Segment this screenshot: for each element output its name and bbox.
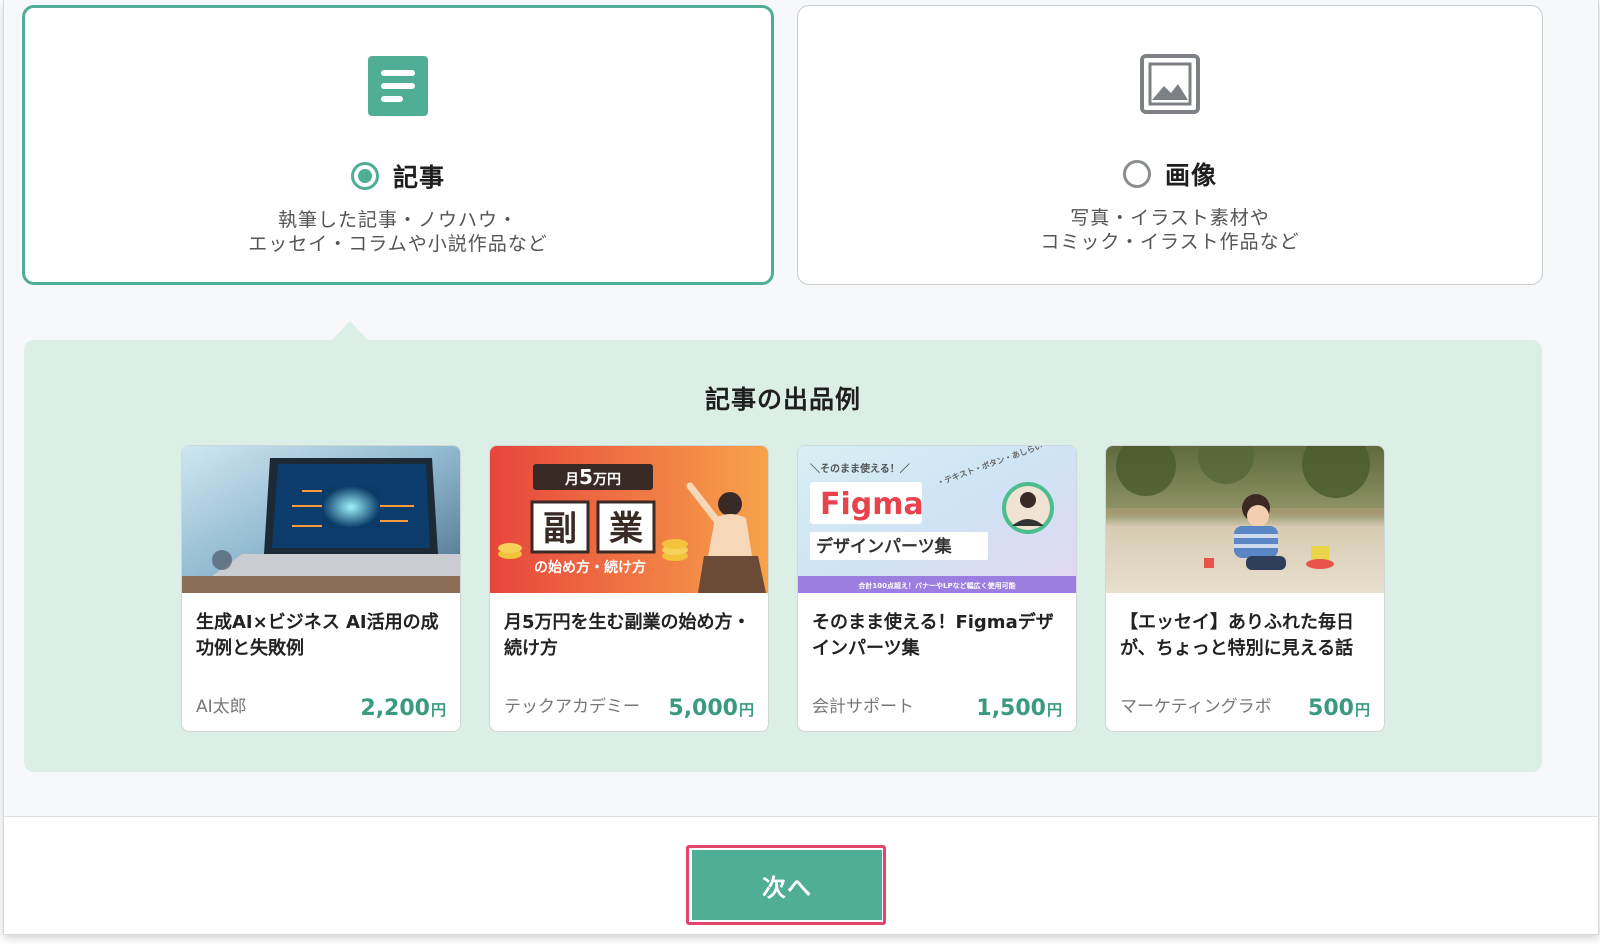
examples-title: 記事の出品例 — [704, 385, 861, 414]
thumb-logo: Figma — [820, 487, 924, 522]
thumb-sub: デザインパーツ集 — [816, 536, 953, 557]
thumb-bottom-text: 合計100点超え！バナーやLPなど幅広く使用可能 — [857, 581, 1015, 590]
thumb-badge-amount: 5 — [579, 465, 593, 489]
thumb-char: 副 — [543, 509, 577, 549]
type-description-line: 執筆した記事・ノウハウ・ — [277, 209, 518, 231]
panel-pointer — [331, 321, 369, 341]
price-unit: 円 — [738, 701, 754, 719]
product-price: 5,000円 — [668, 696, 754, 721]
price-amount: 500 — [1308, 696, 1354, 721]
product-thumbnail — [182, 446, 460, 593]
product-title: 生成AI×ビジネス AI活用の成功例と失敗例 — [196, 612, 439, 659]
radio-article[interactable] — [350, 162, 379, 190]
price-amount: 1,500 — [976, 696, 1046, 721]
product-price: 2,200円 — [360, 696, 446, 721]
thumb-subtitle: の始め方・続け方 — [534, 559, 646, 576]
type-label: 画像 — [1164, 161, 1217, 190]
product-price: 1,500円 — [976, 696, 1062, 721]
product-card[interactable]: ＼そのまま使える！／ Figma デザインパーツ集 ・テキスト・ボタン・あしらい… — [797, 445, 1077, 732]
product-price: 500円 — [1308, 696, 1370, 721]
price-amount: 2,200 — [360, 696, 430, 721]
price-unit: 円 — [1354, 701, 1370, 719]
type-label: 記事 — [392, 163, 445, 192]
type-card-image[interactable]: 画像 写真・イラスト素材や コミック・イラスト作品など — [797, 5, 1543, 285]
product-title: 月5万円を生む副業の始め方・続け方 — [504, 612, 751, 659]
product-seller: 会計サポート — [812, 697, 914, 717]
radio-image[interactable] — [1122, 160, 1151, 188]
thumb-badge-suffix: 万円 — [592, 472, 621, 488]
product-title: 【エッセイ】ありふれた毎日が、ちょっと特別に見える話 — [1120, 612, 1354, 659]
product-card[interactable]: 【エッセイ】ありふれた毎日が、ちょっと特別に見える話 マーケティングラボ 500… — [1105, 445, 1385, 732]
type-description: 写真・イラスト素材や コミック・イラスト作品など — [798, 206, 1542, 254]
image-icon — [1140, 54, 1200, 114]
page-frame: 記事 執筆した記事・ノウハウ・ エッセイ・コラムや小説作品など 画像 写真・イラ… — [3, 0, 1599, 935]
thumb-badge-prefix: 月 — [564, 472, 579, 488]
product-title: そのまま使える！Figmaデザインパーツ集 — [812, 612, 1054, 659]
product-seller: AI太郎 — [196, 697, 247, 717]
price-unit: 円 — [1046, 701, 1062, 719]
type-label-row: 画像 — [798, 156, 1542, 192]
type-description-line: 写真・イラスト素材や — [1070, 207, 1270, 229]
type-description: 執筆した記事・ノウハウ・ エッセイ・コラムや小説作品など — [25, 208, 771, 256]
product-seller: テックアカデミー — [504, 697, 640, 717]
product-thumbnail — [1106, 446, 1384, 593]
type-description-line: コミック・イラスト作品など — [1040, 231, 1300, 253]
product-card[interactable]: 生成AI×ビジネス AI活用の成功例と失敗例 AI太郎 2,200円 — [181, 445, 461, 732]
type-card-article[interactable]: 記事 執筆した記事・ノウハウ・ エッセイ・コラムや小説作品など — [22, 5, 774, 285]
product-thumbnail: ＼そのまま使える！／ Figma デザインパーツ集 ・テキスト・ボタン・あしらい… — [798, 446, 1076, 593]
article-icon — [368, 56, 428, 116]
product-card[interactable]: 月5万円 副 業 の始め方・続け方 月5万円を生む副業の始め方・続け方 テックア… — [489, 445, 769, 732]
product-thumbnail: 月5万円 副 業 の始め方・続け方 — [490, 446, 768, 593]
examples-panel: 記事の出品例 生成AI×ビジネス AI活用の成功例と失敗例 AI太郎 2,200… — [24, 340, 1542, 772]
product-seller: マーケティングラボ — [1120, 697, 1272, 717]
type-label-row: 記事 — [25, 158, 771, 194]
price-amount: 5,000 — [668, 696, 738, 721]
thumb-char: 業 — [609, 509, 643, 549]
next-button[interactable]: 次へ — [692, 850, 882, 920]
thumb-top-text: ＼そのまま使える！／ — [810, 462, 910, 475]
price-unit: 円 — [430, 701, 446, 719]
type-description-line: エッセイ・コラムや小説作品など — [248, 233, 548, 255]
